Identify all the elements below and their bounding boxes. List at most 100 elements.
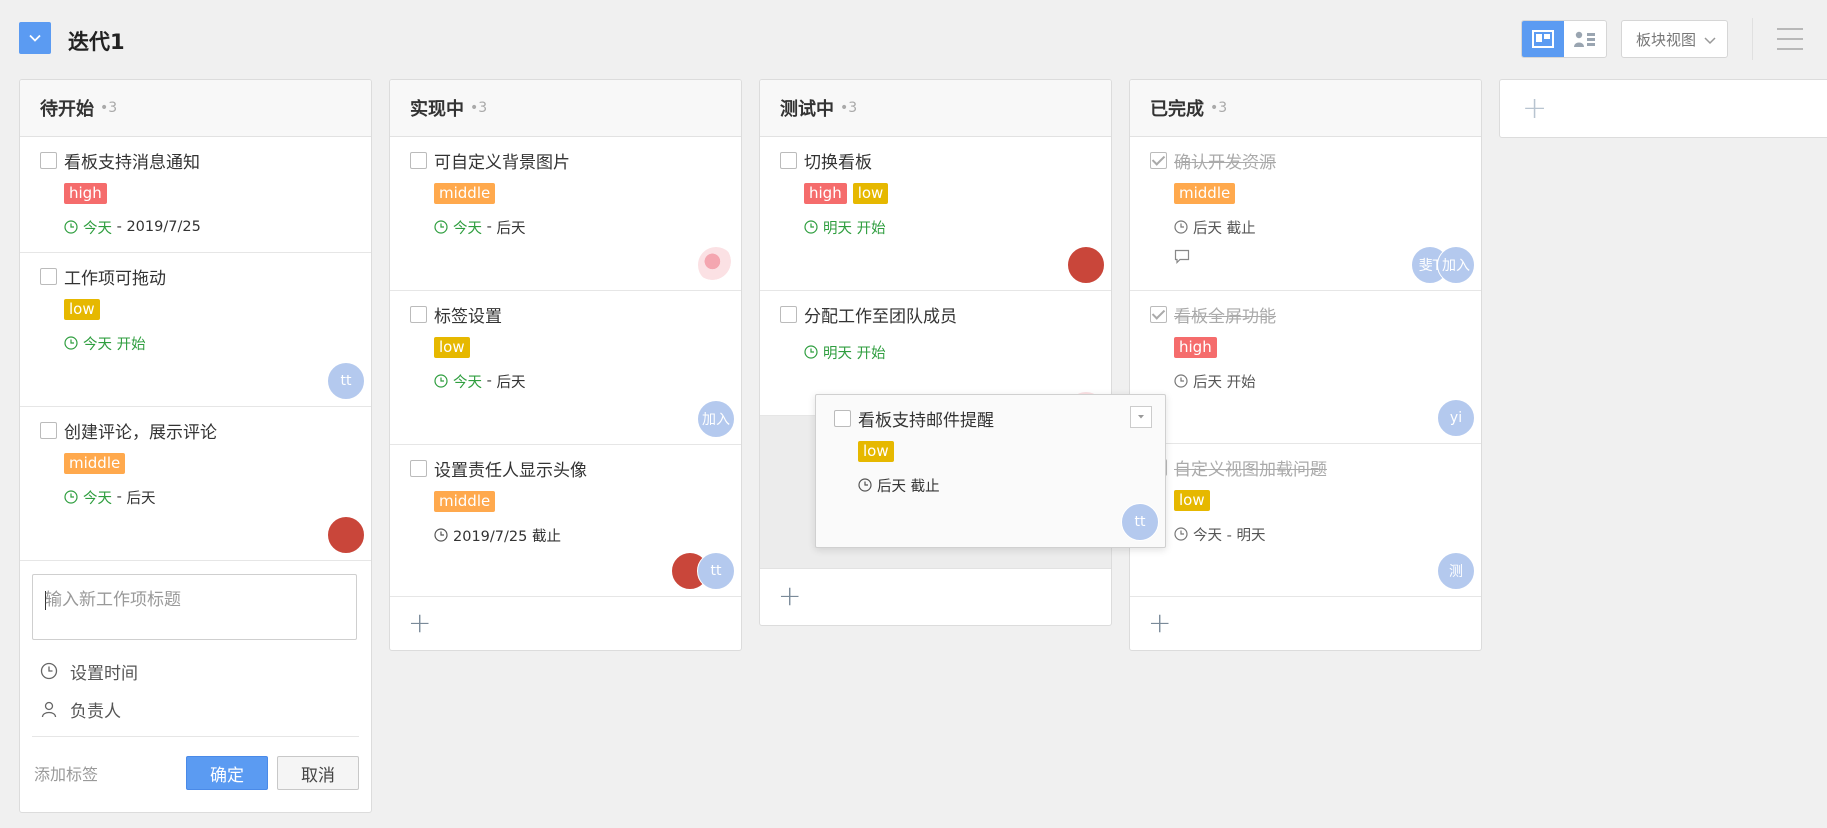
work-item-card[interactable]: 工作项可拖动 low 今天 开始 tt	[20, 253, 371, 407]
menu-icon[interactable]	[1777, 28, 1803, 50]
card-title: 看板全屏功能	[1174, 306, 1276, 327]
work-item-card[interactable]: 设置责任人显示头像 middle 2019/7/25 截止 tt	[390, 445, 741, 597]
assignee-avatar[interactable]	[327, 516, 365, 554]
clock-icon	[434, 220, 448, 234]
complete-checkbox[interactable]	[410, 459, 427, 477]
work-item-card[interactable]: 创建评论，展示评论 middle 今天 - 后天	[20, 407, 371, 561]
user-icon	[41, 701, 57, 718]
time-info: 今天 - 后天	[64, 487, 351, 507]
member-view-button[interactable]	[1564, 21, 1606, 57]
complete-checkbox[interactable]	[40, 267, 57, 285]
column-done: 已完成 •3 确认开发资源 middle 后天 截止 斐T 加入 看板全屏功能 …	[1129, 79, 1482, 651]
tag-low: low	[64, 299, 100, 320]
column-header: 测试中 •3	[760, 80, 1111, 137]
card-title: 分配工作至团队成员	[804, 306, 957, 327]
assignee-avatar[interactable]	[697, 246, 735, 284]
card-title: 自定义视图加载问题	[1174, 459, 1327, 480]
set-time-option[interactable]: 设置时间	[40, 652, 359, 690]
work-item-card[interactable]: 看板支持消息通知 high 今天 - 2019/7/25	[20, 137, 371, 253]
view-mode-toggle	[1521, 20, 1607, 58]
column-count: •3	[100, 100, 118, 116]
clock-icon	[1174, 374, 1188, 388]
cancel-button[interactable]: 取消	[277, 756, 359, 790]
page-title: 迭代1	[68, 30, 125, 54]
clock-icon	[1174, 527, 1188, 541]
add-item-button[interactable]: +	[760, 569, 1111, 622]
add-tag-link[interactable]: 添加标签	[34, 761, 98, 785]
work-item-card[interactable]: 确认开发资源 middle 后天 截止 斐T 加入	[1130, 137, 1481, 291]
column-in-progress: 实现中 •3 可自定义背景图片 middle 今天 - 后天 标签设置 low …	[389, 79, 742, 651]
column-title: 实现中	[410, 99, 464, 120]
time-info: 今天 - 后天	[434, 371, 721, 391]
add-item-button[interactable]: +	[1130, 597, 1481, 649]
column-count: •3	[1210, 100, 1228, 116]
card-title: 工作项可拖动	[64, 268, 166, 289]
column-todo: 待开始 •3 看板支持消息通知 high 今天 - 2019/7/25 工作项可…	[19, 79, 372, 813]
card-title: 切换看板	[804, 152, 872, 173]
clock-icon	[858, 478, 872, 492]
column-header: 实现中 •3	[390, 80, 741, 137]
work-item-card[interactable]: 看板全屏功能 high 后天 开始 yi	[1130, 291, 1481, 444]
new-item-title-input[interactable]: 输入新工作项标题	[32, 574, 357, 640]
card-title: 标签设置	[434, 306, 502, 327]
plus-icon: +	[1522, 91, 1548, 126]
column-count: •3	[470, 100, 488, 116]
time-info: 今天 - 后天	[434, 217, 721, 237]
board-view-icon	[1532, 30, 1554, 48]
time-info: 2019/7/25 截止	[434, 525, 721, 545]
dragging-work-item-card[interactable]: 看板支持邮件提醒 low 后天 截止 tt	[815, 394, 1166, 548]
clock-icon	[64, 490, 78, 504]
work-item-card[interactable]: 自定义视图加载问题 low 今天 - 明天 测	[1130, 444, 1481, 597]
column-header: 已完成 •3	[1130, 80, 1481, 137]
complete-checkbox[interactable]	[40, 151, 57, 169]
complete-checkbox[interactable]	[1150, 305, 1167, 323]
card-title: 看板支持消息通知	[64, 152, 200, 173]
tag-high: high	[64, 183, 107, 204]
assignee-avatar[interactable]	[1067, 246, 1105, 284]
assignee-avatar[interactable]: tt	[327, 362, 365, 400]
add-column-button[interactable]: +	[1499, 79, 1827, 138]
comment-icon	[1174, 249, 1190, 264]
assignee-avatar[interactable]: 加入	[1437, 246, 1475, 284]
clock-icon	[64, 220, 78, 234]
work-item-card[interactable]: 可自定义背景图片 middle 今天 - 后天	[390, 137, 741, 291]
assignee-avatar[interactable]: tt	[1121, 503, 1159, 541]
work-item-card[interactable]: 标签设置 low 今天 - 后天 加入	[390, 291, 741, 445]
assignee-option[interactable]: 负责人	[40, 690, 359, 728]
clock-icon	[804, 220, 818, 234]
complete-checkbox[interactable]	[780, 151, 797, 169]
complete-checkbox[interactable]	[410, 151, 427, 169]
chevron-down-icon	[29, 34, 41, 42]
view-select-label: 板块视图	[1636, 30, 1697, 49]
card-title: 设置责任人显示头像	[434, 460, 587, 481]
add-item-button[interactable]: +	[390, 597, 741, 649]
collapse-toggle-button[interactable]	[19, 22, 51, 54]
tag-low: low	[1174, 490, 1210, 511]
assignee-avatar[interactable]: tt	[697, 552, 735, 590]
time-info: 今天 - 明天	[1174, 524, 1461, 544]
tag-middle: middle	[64, 453, 126, 474]
view-select[interactable]: 板块视图	[1621, 20, 1728, 58]
complete-checkbox[interactable]	[1150, 151, 1167, 169]
complete-checkbox[interactable]	[410, 305, 427, 323]
column-title: 已完成	[1150, 99, 1204, 120]
time-info: 今天 开始	[64, 333, 351, 353]
assignee-avatar[interactable]: yi	[1437, 399, 1475, 437]
tag-low: low	[852, 183, 889, 204]
tag-high: high	[804, 183, 847, 204]
card-menu-button[interactable]	[1130, 406, 1152, 428]
tag-middle: middle	[434, 491, 496, 512]
plus-icon: +	[408, 606, 432, 639]
confirm-button[interactable]: 确定	[186, 756, 268, 790]
work-item-card[interactable]: 切换看板 high low 明天 开始	[760, 137, 1111, 291]
card-title: 确认开发资源	[1174, 152, 1276, 173]
assignee-avatar[interactable]: 加入	[697, 400, 735, 438]
complete-checkbox[interactable]	[40, 421, 57, 439]
complete-checkbox[interactable]	[780, 305, 797, 323]
chevron-down-icon	[1704, 37, 1716, 45]
board-view-button[interactable]	[1522, 21, 1564, 57]
complete-checkbox[interactable]	[834, 409, 851, 427]
assignee-avatar[interactable]: 测	[1437, 552, 1475, 590]
tag-middle: middle	[434, 183, 496, 204]
clock-icon	[434, 528, 448, 542]
